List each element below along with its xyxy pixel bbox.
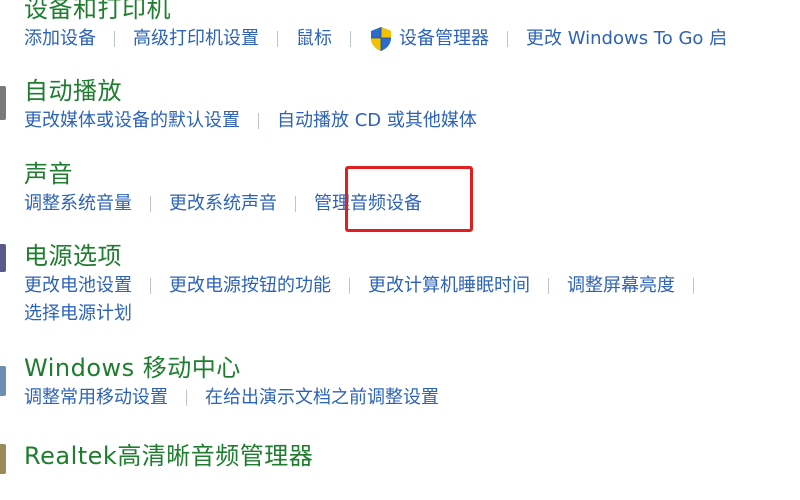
section-title-devices-and-printers[interactable]: 设备和打印机	[24, 0, 800, 24]
section-sound: 声音 调整系统音量 更改系统声音 管理音频设备	[24, 159, 800, 217]
link-manage-audio-devices[interactable]: 管理音频设备	[314, 191, 422, 217]
section-realtek-audio-manager: Realtek高清晰音频管理器	[24, 441, 800, 471]
realtek-icon	[0, 444, 6, 474]
link-separator	[114, 31, 115, 47]
power-links: 更改电池设置 更改电源按钮的功能 更改计算机睡眠时间 调整屏幕亮度	[24, 273, 800, 299]
section-title-windows-mobility-center[interactable]: Windows 移动中心	[24, 353, 800, 383]
section-title-autoplay[interactable]: 自动播放	[24, 76, 800, 106]
mobility-icon	[0, 366, 6, 396]
link-autoplay-cd[interactable]: 自动播放 CD 或其他媒体	[277, 108, 477, 134]
link-separator	[295, 196, 296, 212]
link-mouse[interactable]: 鼠标	[296, 26, 332, 52]
link-separator	[150, 278, 151, 294]
link-separator	[277, 31, 278, 47]
devices-links: 添加设备 高级打印机设置 鼠标 设备管理器 更改 Windows To Go 启	[24, 26, 800, 52]
link-adjust-screen-brightness[interactable]: 调整屏幕亮度	[567, 273, 675, 299]
section-title-power-options[interactable]: 电源选项	[24, 241, 800, 271]
uac-shield-icon	[371, 27, 391, 51]
link-separator	[507, 31, 508, 47]
link-adjust-system-volume[interactable]: 调整系统音量	[24, 191, 132, 217]
link-add-device[interactable]: 添加设备	[24, 26, 96, 52]
section-title-realtek-audio-manager[interactable]: Realtek高清晰音频管理器	[24, 441, 800, 471]
link-separator	[150, 196, 151, 212]
power-links-row2: 选择电源计划	[24, 301, 800, 327]
link-change-windows-to-go[interactable]: 更改 Windows To Go 启	[526, 26, 727, 52]
link-change-sleep-time[interactable]: 更改计算机睡眠时间	[368, 273, 530, 299]
link-change-power-buttons[interactable]: 更改电源按钮的功能	[169, 273, 331, 299]
section-devices-and-printers: 设备和打印机 添加设备 高级打印机设置 鼠标 设备管理器 更改 Windows …	[24, 0, 800, 52]
section-windows-mobility-center: Windows 移动中心 调整常用移动设置 在给出演示文档之前调整设置	[24, 353, 800, 411]
link-separator	[350, 31, 351, 47]
link-separator	[186, 390, 187, 406]
sound-links: 调整系统音量 更改系统声音 管理音频设备	[24, 191, 800, 217]
link-presentation-settings[interactable]: 在给出演示文档之前调整设置	[205, 385, 439, 411]
section-title-sound[interactable]: 声音	[24, 159, 800, 189]
link-advanced-printer-setup[interactable]: 高级打印机设置	[133, 26, 259, 52]
link-change-media-defaults[interactable]: 更改媒体或设备的默认设置	[24, 108, 240, 134]
autoplay-links: 更改媒体或设备的默认设置 自动播放 CD 或其他媒体	[24, 108, 800, 134]
link-adjust-mobility-settings[interactable]: 调整常用移动设置	[24, 385, 168, 411]
link-change-system-sounds[interactable]: 更改系统声音	[169, 191, 277, 217]
link-separator	[349, 278, 350, 294]
link-device-manager-label: 设备管理器	[399, 28, 489, 49]
link-change-battery-settings[interactable]: 更改电池设置	[24, 273, 132, 299]
link-separator	[693, 278, 694, 294]
control-panel-hardware-and-sound: 设备和打印机 添加设备 高级打印机设置 鼠标 设备管理器 更改 Windows …	[0, 0, 800, 500]
link-separator	[258, 113, 259, 129]
link-separator	[548, 278, 549, 294]
power-icon	[0, 244, 6, 272]
link-choose-power-plan[interactable]: 选择电源计划	[24, 301, 132, 327]
link-device-manager[interactable]: 设备管理器	[369, 26, 489, 52]
section-autoplay: 自动播放 更改媒体或设备的默认设置 自动播放 CD 或其他媒体	[24, 76, 800, 134]
mobility-links: 调整常用移动设置 在给出演示文档之前调整设置	[24, 385, 800, 411]
autoplay-icon	[0, 86, 6, 120]
section-power-options: 电源选项 更改电池设置 更改电源按钮的功能 更改计算机睡眠时间 调整屏幕亮度 选…	[24, 241, 800, 327]
